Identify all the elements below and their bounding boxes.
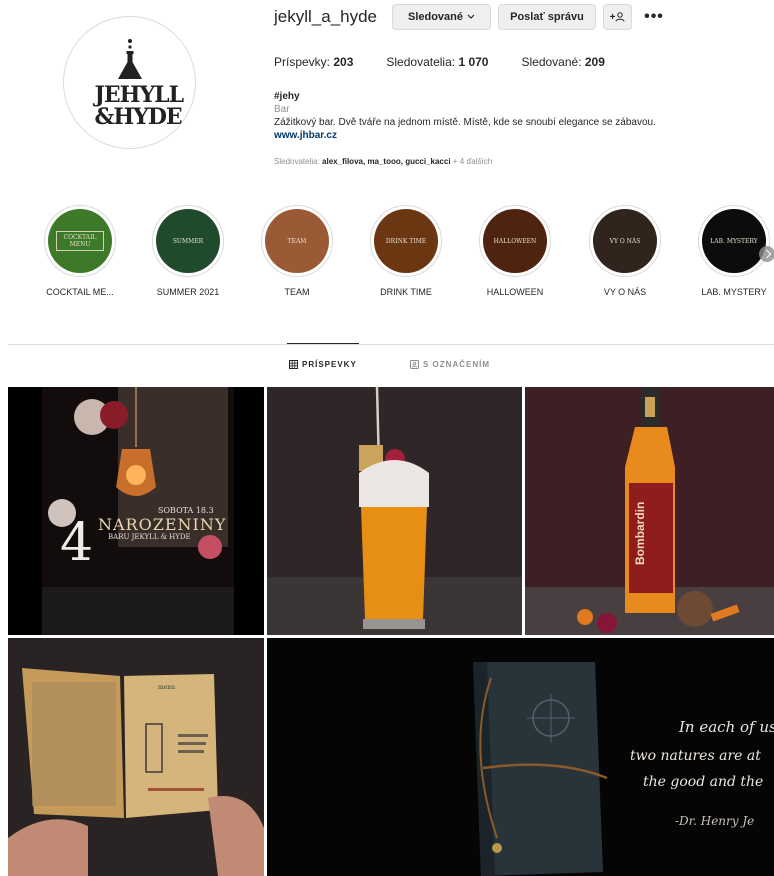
highlight-cover-text: COCKTAIL MENU xyxy=(56,231,104,251)
bottle-post-image xyxy=(525,387,774,635)
followers-count-label: Sledovatelia: xyxy=(386,55,456,69)
tabs-divider xyxy=(8,344,774,345)
menu-post-image xyxy=(8,638,264,876)
posts-count-label: Príspevky: xyxy=(274,55,331,69)
highlight-label: HALLOWEEN xyxy=(486,287,544,297)
highlight-cover: LAB. MYSTERY xyxy=(702,209,766,273)
chevron-down-icon xyxy=(467,14,475,19)
highlight-ring: SUMMER xyxy=(152,205,224,277)
highlight-cover: VY O NÁS xyxy=(593,209,657,273)
quote-line-2: two natures are at xyxy=(630,748,761,764)
bio-name: #jehy xyxy=(274,91,300,102)
birthday-date: SOBOTA 18.3 xyxy=(158,506,214,515)
highlight-team[interactable]: TEAM TEAM xyxy=(261,205,333,297)
following-count[interactable]: Sledované: 209 xyxy=(521,55,604,69)
posts-count: Príspevky: 203 xyxy=(274,55,353,69)
highlight-cover: SUMMER xyxy=(156,209,220,273)
avatar-logo-text: JEHYLL &HYDE xyxy=(94,81,185,130)
followers-count[interactable]: Sledovatelia: 1 070 xyxy=(386,55,488,69)
highlight-ring: LAB. MYSTERY xyxy=(698,205,770,277)
following-button-label: Sledované xyxy=(407,11,464,23)
highlight-ring: VY O NÁS xyxy=(589,205,661,277)
highlight-cover-text: DRINK TIME xyxy=(385,237,427,245)
highlight-cover-text: LAB. MYSTERY xyxy=(710,237,758,245)
tab-tagged[interactable]: S OZNAČENÍM xyxy=(410,360,490,369)
highlight-ring: TEAM xyxy=(261,205,333,277)
followed-by-more: + 4 ďalších xyxy=(452,157,493,166)
profile-bio: #jehy Bar Zážitkový bar. Dvě tváře na je… xyxy=(274,90,754,142)
highlight-lab-mystery[interactable]: LAB. MYSTERY LAB. MYSTERY xyxy=(698,205,770,297)
tab-tagged-label: S OZNAČENÍM xyxy=(423,360,490,369)
profile-stats: Príspevky: 203 Sledovatelia: 1 070 Sledo… xyxy=(274,55,638,69)
highlight-cover: COCKTAIL MENU xyxy=(48,209,112,273)
bottle-label-text: Bombardin xyxy=(633,501,647,565)
post-tile-menu[interactable]: menu xyxy=(8,638,264,876)
highlight-cover-text: VY O NÁS xyxy=(609,237,641,245)
followed-by-prefix: Sledovatelia: xyxy=(274,157,320,166)
bio-text: Zážitkový bar. Dvě tváře na jednom místě… xyxy=(274,117,656,128)
tagged-user-icon xyxy=(410,360,419,369)
post-tile-quote[interactable]: In each of us two natures are at the goo… xyxy=(267,638,774,876)
send-message-label: Poslať správu xyxy=(510,11,584,23)
cocktail-post-image xyxy=(267,387,522,635)
menu-page-heading: menu xyxy=(158,684,175,691)
followers-count-value: 1 070 xyxy=(458,55,489,69)
active-tab-indicator xyxy=(287,343,359,344)
tab-posts[interactable]: PRÍSPEVKY xyxy=(289,360,357,369)
post-tile-bottle[interactable]: Bombardin xyxy=(525,387,774,635)
highlight-cocktail-menu[interactable]: COCKTAIL MENU COCKTAIL ME... xyxy=(44,205,116,297)
highlight-label: TEAM xyxy=(284,287,310,297)
highlight-cover-text: HALLOWEEN xyxy=(493,237,537,245)
highlight-label: VY O NÁS xyxy=(603,287,647,297)
flask-logo-icon xyxy=(117,38,142,79)
highlight-halloween[interactable]: HALLOWEEN HALLOWEEN xyxy=(479,205,551,297)
more-options-button[interactable]: ••• xyxy=(643,8,665,25)
post-tile-cocktail[interactable] xyxy=(267,387,522,635)
highlight-ring: COCKTAIL MENU xyxy=(44,205,116,277)
highlight-vy-o-nas[interactable]: VY O NÁS VY O NÁS xyxy=(589,205,661,297)
followed-by-names: alex_filova, ma_tooo, gucci_kacci xyxy=(322,157,451,166)
profile-avatar[interactable]: JEHYLL &HYDE xyxy=(63,16,196,149)
suggest-users-button[interactable]: + xyxy=(603,4,632,30)
highlight-cover: HALLOWEEN xyxy=(483,209,547,273)
highlight-cover-text: TEAM xyxy=(287,237,307,245)
highlight-summer-2021[interactable]: SUMMER SUMMER 2021 xyxy=(152,205,224,297)
highlights-next-arrow[interactable] xyxy=(759,246,774,262)
highlight-cover-text: SUMMER xyxy=(172,237,204,245)
quote-line-3: the good and the xyxy=(643,774,764,790)
highlight-cover: TEAM xyxy=(265,209,329,273)
highlight-ring: HALLOWEEN xyxy=(479,205,551,277)
following-button[interactable]: Sledované xyxy=(392,4,491,30)
post-tile-birthday[interactable]: SOBOTA 18.3 NAROZENINY BARU JEKYLL & HYD… xyxy=(8,387,264,635)
highlight-label: DRINK TIME xyxy=(380,287,432,297)
profile-username: jekyll_a_hyde xyxy=(274,7,378,26)
followed-by[interactable]: Sledovatelia: alex_filova, ma_tooo, gucc… xyxy=(274,157,492,166)
highlight-ring: DRINK TIME xyxy=(370,205,442,277)
quote-line-1: In each of us xyxy=(679,718,774,736)
birthday-number: 4 xyxy=(60,513,94,573)
tab-posts-label: PRÍSPEVKY xyxy=(302,360,357,369)
following-count-label: Sledované: xyxy=(521,55,582,69)
user-icon xyxy=(615,12,625,22)
birthday-subtitle: BARU JEKYLL & HYDE xyxy=(108,533,191,541)
bio-category: Bar xyxy=(274,104,290,115)
birthday-title: NAROZENINY xyxy=(98,515,227,534)
quote-author: -Dr. Henry Je xyxy=(675,814,755,828)
more-icon: ••• xyxy=(644,8,664,25)
following-count-value: 209 xyxy=(584,55,605,69)
highlight-label: LAB. MYSTERY xyxy=(701,287,767,297)
posts-count-value: 203 xyxy=(333,55,354,69)
highlight-drink-time[interactable]: DRINK TIME DRINK TIME xyxy=(370,205,442,297)
highlight-cover: DRINK TIME xyxy=(374,209,438,273)
grid-icon xyxy=(289,360,298,369)
birthday-post-image xyxy=(8,387,264,635)
highlight-label: SUMMER 2021 xyxy=(156,287,220,297)
send-message-button[interactable]: Poslať správu xyxy=(498,4,596,30)
bio-link[interactable]: www.jhbar.cz xyxy=(274,129,754,142)
highlight-label: COCKTAIL ME... xyxy=(46,287,114,297)
